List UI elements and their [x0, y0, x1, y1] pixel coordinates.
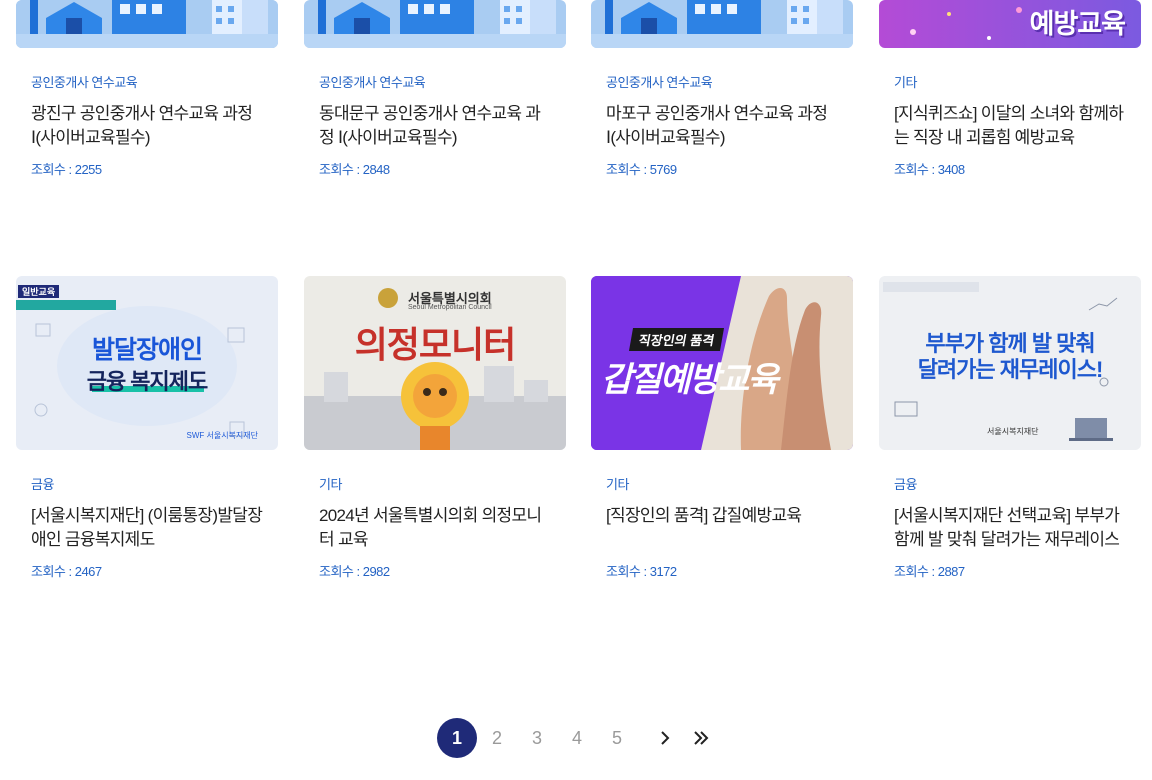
course-card[interactable]: 직장인의 품격 갑질예방교육 기타 [직장인의 품격] 갑질예방교육 조회수 :… — [591, 276, 853, 579]
chevron-right-icon[interactable] — [653, 726, 677, 750]
course-title[interactable]: [지식퀴즈쇼] 이달의 소녀와 함께하는 직장 내 괴롭힘 예방교육 — [894, 102, 1130, 150]
course-thumbnail[interactable]: 서울특별시의회 Seoul Metropolitan Council 의정모니터 — [304, 276, 566, 450]
course-category: 기타 — [606, 477, 629, 492]
thumbnail-logo: 서울시복지재단 — [987, 427, 1039, 436]
course-card[interactable]: 공인중개사 연수교육 광진구 공인중개사 연수교육 과정 Ⅰ(사이버교육필수) … — [16, 0, 278, 177]
course-title[interactable]: [서울시복지재단] (이룸통장)발달장애인 금융복지제도 — [31, 504, 267, 552]
view-count: 조회수 : 5769 — [606, 162, 677, 177]
course-thumbnail[interactable] — [591, 0, 853, 48]
page-2-button[interactable]: 2 — [477, 718, 517, 758]
course-thumbnail[interactable]: 직장인의 품격 갑질예방교육 — [591, 276, 853, 450]
course-thumbnail[interactable] — [304, 0, 566, 48]
view-count: 조회수 : 3408 — [894, 162, 965, 177]
thumbnail-badge: 일반교육 — [18, 285, 60, 298]
double-chevron-right-icon[interactable] — [689, 726, 713, 750]
building-illustration-icon — [304, 0, 566, 48]
course-title[interactable]: 광진구 공인중개사 연수교육 과정 Ⅰ(사이버교육필수) — [31, 102, 267, 150]
pagination: 1 2 3 4 5 — [0, 718, 1152, 758]
course-thumbnail[interactable] — [16, 0, 278, 48]
thumbnail-subtext: 직장인의 품격 — [628, 328, 725, 351]
view-count: 조회수 : 3172 — [606, 564, 677, 579]
course-title[interactable]: 마포구 공인중개사 연수교육 과정 Ⅰ(사이버교육필수) — [606, 102, 842, 150]
course-title[interactable]: [직장인의 품격] 갑질예방교육 — [606, 504, 842, 528]
thumbnail-text: 의정모니터 — [354, 324, 517, 365]
view-count: 조회수 : 2982 — [319, 564, 390, 579]
course-title[interactable]: 2024년 서울특별시의회 의정모니터 교육 — [319, 504, 555, 552]
page-3-button[interactable]: 3 — [517, 718, 557, 758]
thumbnail-text: 달려가는 재무레이스! — [917, 357, 1104, 382]
course-category: 공인중개사 연수교육 — [31, 75, 138, 90]
thumbnail-text: 갑질예방교육 — [601, 361, 779, 399]
thumbnail-org-en: Seoul Metropolitan Council — [408, 304, 492, 311]
thumbnail-text: 발달장애인 — [91, 336, 203, 364]
course-thumbnail[interactable]: 예방교육 — [879, 0, 1141, 48]
course-category: 기타 — [319, 477, 342, 492]
course-category: 공인중개사 연수교육 — [606, 75, 713, 90]
thumbnail-logo: SWF 서울시복지재단 — [186, 431, 258, 440]
thumbnail-text: 예방교육 — [1029, 9, 1126, 39]
course-thumbnail[interactable]: 부부가 함께 발 맞춰 달려가는 재무레이스! 서울시복지재단 — [879, 276, 1141, 450]
view-count: 조회수 : 2848 — [319, 162, 390, 177]
building-illustration-icon — [16, 0, 278, 48]
course-card[interactable]: 공인중개사 연수교육 마포구 공인중개사 연수교육 과정 Ⅰ(사이버교육필수) … — [591, 0, 853, 177]
course-card[interactable]: 예방교육 기타 [지식퀴즈쇼] 이달의 소녀와 함께하는 직장 내 괴롭힘 예방… — [879, 0, 1141, 177]
course-category: 금융 — [31, 477, 54, 492]
course-thumbnail[interactable]: 일반교육 발달장애인 금융 복지제도 SWF 서울시복지재단 — [16, 276, 278, 450]
thumbnail-text: 금융 복지제도 — [86, 369, 209, 394]
page-5-button[interactable]: 5 — [597, 718, 637, 758]
course-title[interactable]: 동대문구 공인중개사 연수교육 과정 Ⅰ(사이버교육필수) — [319, 102, 555, 150]
course-card[interactable]: 서울특별시의회 Seoul Metropolitan Council 의정모니터… — [304, 276, 566, 579]
course-title[interactable]: [서울시복지재단 선택교육] 부부가 함께 발 맞춰 달려가는 재무레이스 — [894, 504, 1130, 552]
course-card[interactable]: 공인중개사 연수교육 동대문구 공인중개사 연수교육 과정 Ⅰ(사이버교육필수)… — [304, 0, 566, 177]
view-count: 조회수 : 2467 — [31, 564, 102, 579]
building-illustration-icon — [591, 0, 853, 48]
page-4-button[interactable]: 4 — [557, 718, 597, 758]
course-category: 기타 — [894, 75, 917, 90]
course-card[interactable]: 일반교육 발달장애인 금융 복지제도 SWF 서울시복지재단 금융 [서울시복지… — [16, 276, 278, 579]
course-category: 공인중개사 연수교육 — [319, 75, 426, 90]
view-count: 조회수 : 2887 — [894, 564, 965, 579]
course-category: 금융 — [894, 477, 917, 492]
course-card[interactable]: 부부가 함께 발 맞춰 달려가는 재무레이스! 서울시복지재단 금융 [서울시복… — [879, 276, 1141, 579]
view-count: 조회수 : 2255 — [31, 162, 102, 177]
page-1-button[interactable]: 1 — [437, 718, 477, 758]
